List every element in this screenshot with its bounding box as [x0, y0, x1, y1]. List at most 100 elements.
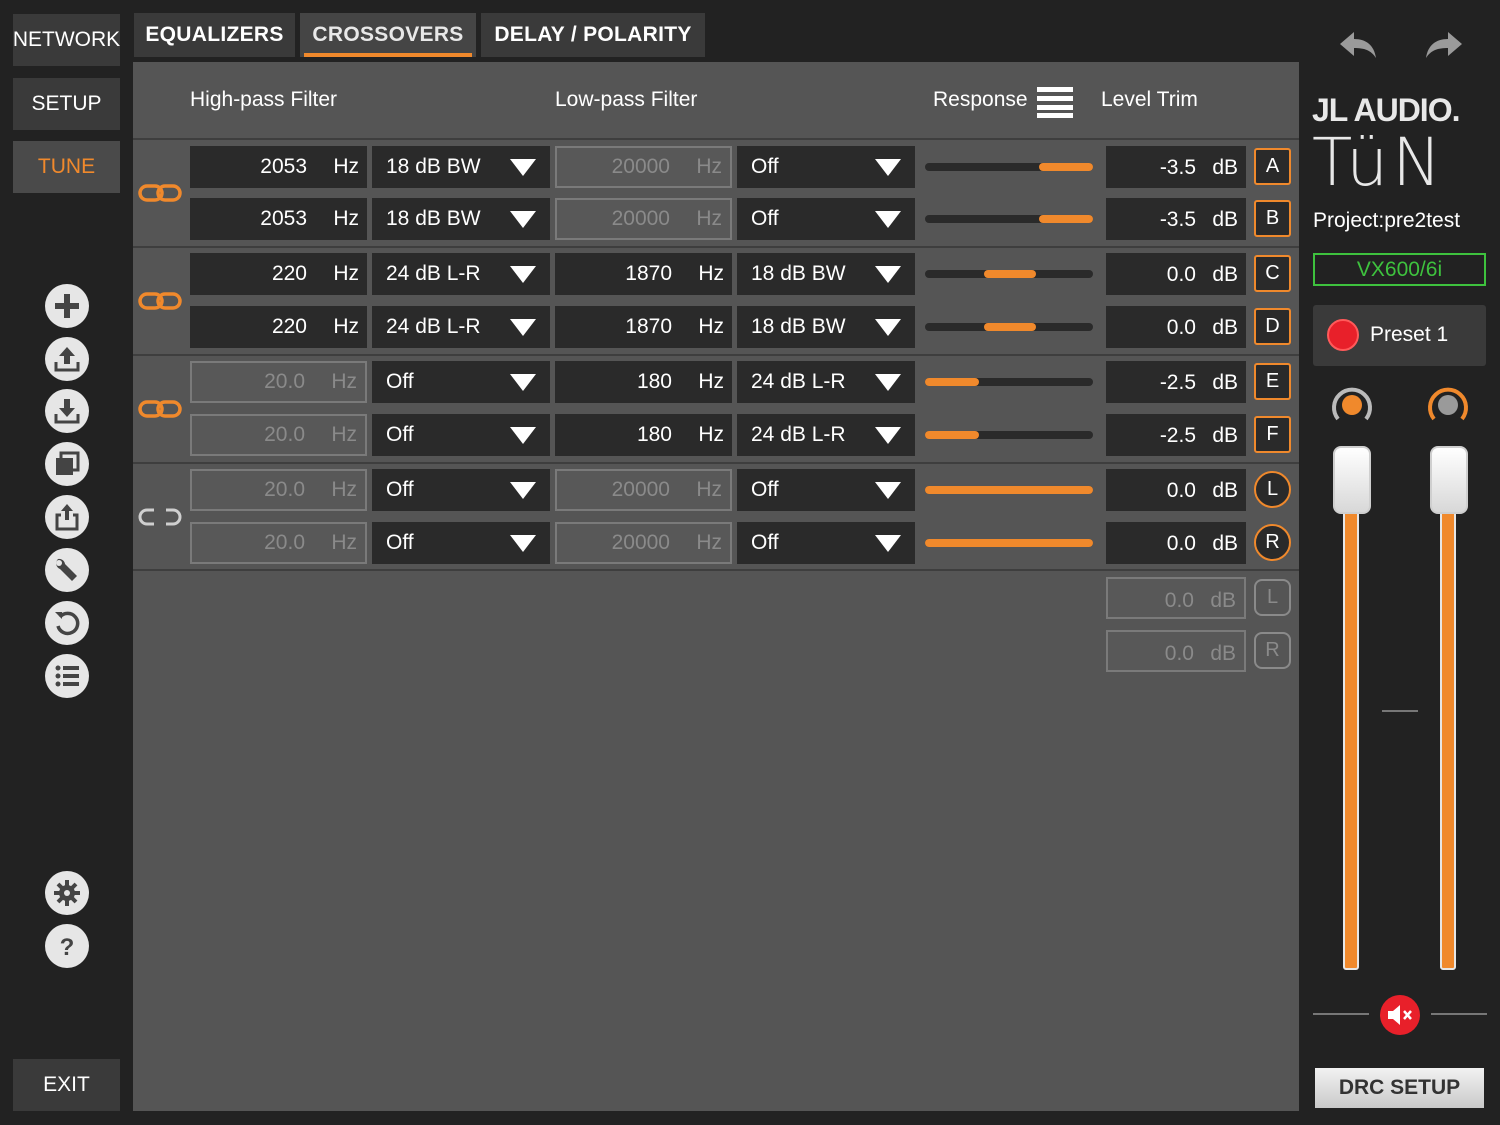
lowpass-frequency-input[interactable]: 20000 Hz: [555, 146, 732, 188]
channel-badge-d[interactable]: D: [1254, 308, 1291, 345]
level-trim-input[interactable]: 0.0 dB: [1106, 306, 1246, 348]
highpass-type-select[interactable]: Off: [372, 414, 550, 456]
link-icon[interactable]: [138, 398, 182, 420]
lowpass-header: Low-pass Filter: [555, 88, 698, 111]
channel-label: R: [1265, 639, 1280, 661]
channel-badge-f[interactable]: F: [1254, 416, 1291, 453]
db-unit: dB: [1212, 208, 1238, 231]
level-trim-input[interactable]: -3.5 dB: [1106, 146, 1246, 188]
lowpass-type-select[interactable]: 18 dB BW: [737, 306, 915, 348]
right-knob-icon[interactable]: [1426, 383, 1470, 427]
dropdown-arrow-icon: [875, 211, 901, 228]
lowpass-frequency-input[interactable]: 180 Hz: [555, 414, 732, 456]
channel-badge-l[interactable]: L: [1254, 471, 1291, 508]
link-icon[interactable]: [138, 290, 182, 312]
response-slider[interactable]: [925, 163, 1093, 171]
tab-delay-polarity[interactable]: DELAY / POLARITY: [481, 13, 705, 57]
right-fader-handle[interactable]: [1430, 446, 1468, 514]
channel-badge-b[interactable]: B: [1254, 200, 1291, 237]
tab-crossovers[interactable]: CROSSOVERS: [300, 13, 476, 57]
redo-icon[interactable]: [1424, 30, 1464, 62]
highpass-type-select[interactable]: 18 dB BW: [372, 146, 550, 188]
settings-gear-icon[interactable]: [45, 871, 89, 915]
highpass-type-select[interactable]: Off: [372, 469, 550, 511]
upload-icon[interactable]: [45, 337, 89, 381]
highpass-type-select[interactable]: Off: [372, 361, 550, 403]
highpass-type-select[interactable]: 18 dB BW: [372, 198, 550, 240]
highpass-type-select[interactable]: Off: [372, 522, 550, 564]
lowpass-frequency-input[interactable]: 180 Hz: [555, 361, 732, 403]
channel-badge-r[interactable]: R: [1254, 524, 1291, 561]
sub-level-trim-input[interactable]: 0.0 dB: [1106, 630, 1246, 672]
lowpass-frequency-input[interactable]: 20000 Hz: [555, 522, 732, 564]
highpass-frequency-input[interactable]: 20.0 Hz: [190, 414, 367, 456]
lowpass-frequency-input[interactable]: 1870 Hz: [555, 253, 732, 295]
level-trim-input[interactable]: -2.5 dB: [1106, 414, 1246, 456]
channel-badge-e[interactable]: E: [1254, 363, 1291, 400]
channel-badge-c[interactable]: C: [1254, 255, 1291, 292]
reset-icon[interactable]: [45, 601, 89, 645]
tab-equalizers[interactable]: EQUALIZERS: [134, 13, 295, 57]
highpass-frequency-input[interactable]: 220 Hz: [190, 306, 367, 348]
nav-tune[interactable]: TUNE: [13, 141, 120, 193]
lowpass-frequency-input[interactable]: 1870 Hz: [555, 306, 732, 348]
level-trim-input[interactable]: 0.0 dB: [1106, 469, 1246, 511]
undo-icon[interactable]: [1338, 30, 1378, 62]
exit-button[interactable]: EXIT: [13, 1059, 120, 1111]
response-slider-fill: [925, 486, 1093, 494]
link-icon[interactable]: [138, 182, 182, 204]
level-trim-input[interactable]: -2.5 dB: [1106, 361, 1246, 403]
sub-level-trim-input[interactable]: 0.0 dB: [1106, 577, 1246, 619]
level-trim-input[interactable]: 0.0 dB: [1106, 522, 1246, 564]
lowpass-type-select[interactable]: Off: [737, 522, 915, 564]
sub-channel-badge-r[interactable]: R: [1254, 632, 1291, 669]
highpass-frequency-input[interactable]: 220 Hz: [190, 253, 367, 295]
highpass-frequency-input[interactable]: 20.0 Hz: [190, 469, 367, 511]
left-knob-icon[interactable]: [1330, 383, 1374, 427]
channel-badge-a[interactable]: A: [1254, 148, 1291, 185]
device-name: VX600/6i: [1356, 257, 1443, 281]
response-slider[interactable]: [925, 539, 1093, 547]
lowpass-type-select[interactable]: Off: [737, 469, 915, 511]
nav-network[interactable]: NETWORK: [13, 14, 120, 66]
download-icon[interactable]: [45, 389, 89, 433]
mute-icon[interactable]: [1380, 995, 1420, 1035]
lowpass-type-select[interactable]: Off: [737, 146, 915, 188]
add-icon[interactable]: [45, 284, 89, 328]
nav-setup[interactable]: SETUP: [13, 78, 120, 130]
response-slider[interactable]: [925, 486, 1093, 494]
response-slider[interactable]: [925, 378, 1093, 386]
share-icon[interactable]: [45, 495, 89, 539]
copy-icon[interactable]: [45, 442, 89, 486]
wrench-icon[interactable]: [45, 548, 89, 592]
highpass-frequency-input[interactable]: 20.0 Hz: [190, 522, 367, 564]
highpass-frequency-input[interactable]: 2053 Hz: [190, 146, 367, 188]
list-icon[interactable]: [45, 654, 89, 698]
preset-button[interactable]: Preset 1: [1313, 305, 1486, 366]
left-fader-track[interactable]: [1343, 480, 1359, 970]
highpass-frequency-input[interactable]: 2053 Hz: [190, 198, 367, 240]
response-slider[interactable]: [925, 215, 1093, 223]
highpass-type-select[interactable]: 24 dB L-R: [372, 253, 550, 295]
lowpass-type-select[interactable]: 24 dB L-R: [737, 414, 915, 456]
highpass-frequency-input[interactable]: 20.0 Hz: [190, 361, 367, 403]
left-fader-handle[interactable]: [1333, 446, 1371, 514]
help-icon[interactable]: ?: [45, 924, 89, 968]
lowpass-frequency-input[interactable]: 20000 Hz: [555, 198, 732, 240]
response-menu-icon[interactable]: [1037, 86, 1073, 118]
right-fader-track[interactable]: [1440, 480, 1456, 970]
response-slider[interactable]: [925, 270, 1093, 278]
level-trim-input[interactable]: -3.5 dB: [1106, 198, 1246, 240]
lowpass-type-select[interactable]: 24 dB L-R: [737, 361, 915, 403]
drc-setup-button[interactable]: DRC SETUP: [1315, 1068, 1484, 1108]
response-slider[interactable]: [925, 431, 1093, 439]
sub-channel-badge-l[interactable]: L: [1254, 579, 1291, 616]
lowpass-frequency-input[interactable]: 20000 Hz: [555, 469, 732, 511]
level-trim-input[interactable]: 0.0 dB: [1106, 253, 1246, 295]
response-slider[interactable]: [925, 323, 1093, 331]
lowpass-type-select[interactable]: Off: [737, 198, 915, 240]
db-unit: dB: [1212, 156, 1238, 179]
highpass-type-select[interactable]: 24 dB L-R: [372, 306, 550, 348]
unlink-icon[interactable]: [138, 506, 182, 528]
lowpass-type-select[interactable]: 18 dB BW: [737, 253, 915, 295]
